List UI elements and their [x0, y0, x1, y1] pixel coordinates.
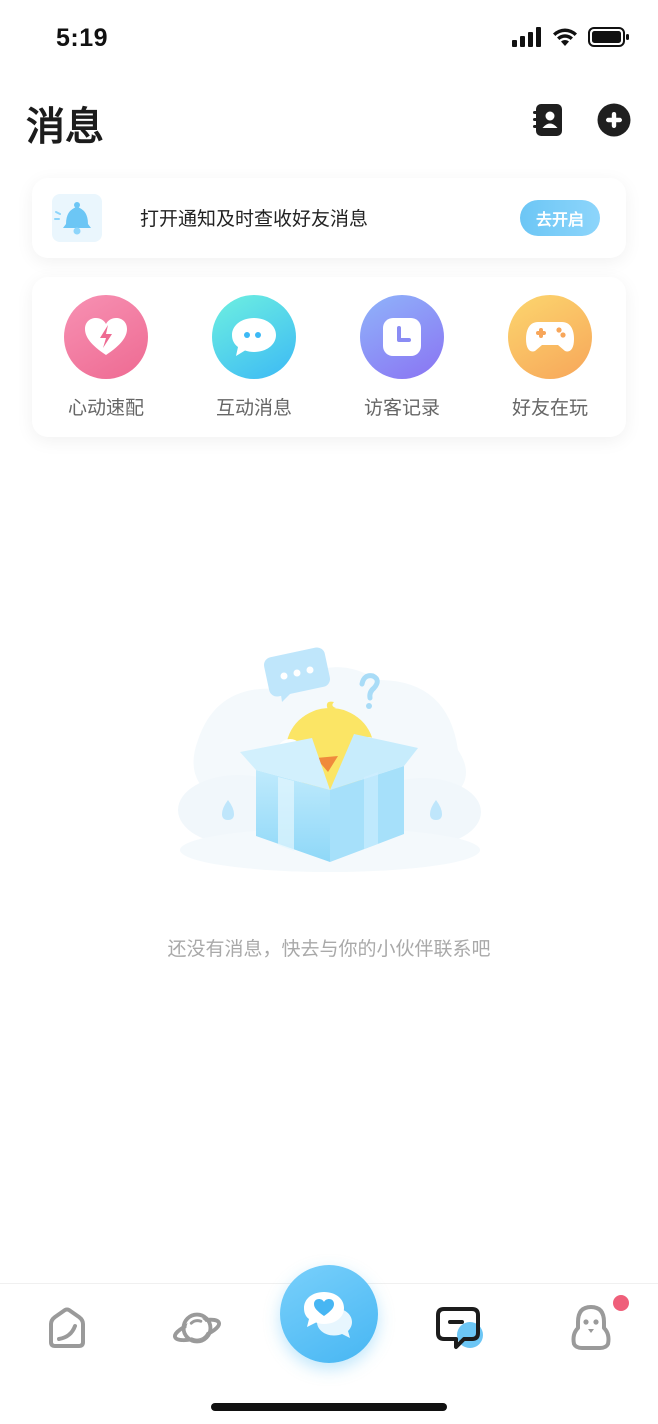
- tab-messages[interactable]: [436, 1300, 486, 1356]
- feature-interactive-messages[interactable]: 互动消息: [194, 295, 314, 425]
- visitor-records-circle: [360, 295, 444, 379]
- interactive-messages-circle: [212, 295, 296, 379]
- add-button[interactable]: [596, 102, 632, 138]
- profile-badge-dot: [613, 1295, 629, 1311]
- home-icon: [49, 1307, 85, 1348]
- signal-icon: [512, 27, 541, 47]
- empty-state-illustration: [178, 647, 481, 872]
- notification-banner: 打开通知及时查收好友消息 去开启: [32, 178, 626, 258]
- match-chat-icon: [304, 1292, 352, 1338]
- feature-shortcuts: 心动速配 互动消息 访客记录 好友在玩: [32, 277, 626, 437]
- planet-icon: [173, 1312, 221, 1344]
- bell-icon: [52, 194, 102, 242]
- wifi-icon: [553, 28, 577, 46]
- enable-notification-button[interactable]: 去开启: [520, 200, 600, 236]
- profile-icon: [571, 1305, 611, 1350]
- feature-visitor-records[interactable]: 访客记录: [342, 295, 462, 425]
- contacts-button[interactable]: [530, 102, 566, 138]
- heart-bolt-icon: [85, 318, 127, 355]
- feature-label: 访客记录: [363, 397, 440, 419]
- page-title: 消息: [26, 105, 105, 150]
- home-indicator: [211, 1403, 447, 1411]
- messages-icon: [436, 1307, 483, 1349]
- clock-icon: [383, 318, 421, 356]
- friends-playing-circle: [508, 295, 592, 379]
- feature-label: 好友在玩: [511, 397, 588, 419]
- feature-label: 心动速配: [67, 397, 144, 419]
- gamepad-icon: [526, 322, 574, 352]
- tab-profile[interactable]: [566, 1300, 616, 1356]
- battery-icon: [588, 27, 629, 47]
- feature-label: 互动消息: [215, 397, 292, 419]
- status-bar: 5:19: [0, 0, 658, 80]
- tab-match-chat[interactable]: [280, 1265, 378, 1363]
- status-time: 5:19: [56, 24, 109, 52]
- heart-match-circle: [64, 295, 148, 379]
- tab-planet[interactable]: [172, 1300, 222, 1356]
- chat-bubble-icon: [232, 318, 276, 356]
- plus-circle-icon: [597, 103, 631, 137]
- feature-friends-playing[interactable]: 好友在玩: [490, 295, 610, 425]
- contacts-book-icon: [533, 104, 562, 136]
- status-icons: [512, 27, 630, 47]
- empty-state-text: 还没有消息，快去与你的小伙伴联系吧: [167, 938, 491, 960]
- feature-heart-match[interactable]: 心动速配: [46, 295, 166, 425]
- tab-home[interactable]: [42, 1300, 92, 1356]
- notification-text: 打开通知及时查收好友消息: [140, 208, 369, 230]
